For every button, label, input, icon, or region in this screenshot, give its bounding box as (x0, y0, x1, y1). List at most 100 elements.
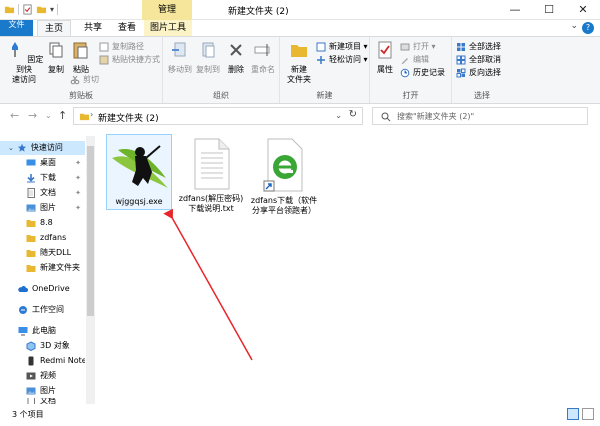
open-group-label: 打开 (402, 91, 419, 100)
nav-scrollbar-thumb[interactable] (87, 146, 94, 316)
nav-pictures[interactable]: 图片 ✦ (0, 201, 85, 215)
tab-view[interactable]: 查看 (113, 20, 141, 36)
new-group: 新建 文件夹 新建项目 ▾ 轻松访问 ▾ 新建 (280, 37, 370, 103)
nav-folder-suitiandll[interactable]: 随天DLL (0, 246, 85, 260)
nav-desktop[interactable]: 桌面 ✦ (0, 156, 85, 170)
properties-button[interactable]: 属性 (373, 40, 397, 75)
copy-button[interactable]: 复制 (44, 40, 68, 75)
copy-to-button[interactable]: 复制到 (195, 40, 221, 75)
nav-label: 视频 (40, 371, 56, 380)
tab-picture-tools[interactable]: 图片工具 (144, 20, 192, 36)
nav-scrollbar[interactable] (86, 136, 95, 404)
nav-onedrive[interactable]: OneDrive (0, 282, 85, 296)
open-icon (400, 43, 410, 51)
nav-label: 文档 (40, 188, 56, 197)
paste-button[interactable]: 粘贴 (69, 40, 93, 75)
nav-label: 3D 对象 (40, 341, 70, 350)
paste-shortcut-button[interactable]: 粘贴快捷方式 (99, 54, 160, 66)
nav-workspace[interactable]: 工作空间 (0, 303, 85, 317)
nav-folder-8-8[interactable]: 8.8 (0, 216, 85, 230)
nav-3d-objects[interactable]: 3D 对象 (0, 339, 85, 353)
address-bar[interactable]: › 新建文件夹 (2) ⌄ ↻ (73, 107, 363, 125)
breadcrumb-chevron-icon[interactable]: › (90, 110, 93, 119)
desktop-icon (26, 159, 36, 166)
edit-button[interactable]: 编辑 (400, 54, 429, 66)
nav-folder-zdfans[interactable]: zdfans (0, 231, 85, 245)
paste-shortcut-label: 粘贴快捷方式 (112, 55, 160, 64)
large-icons-view-icon[interactable] (582, 408, 594, 420)
pin-quick-access-button[interactable]: 固定到快 速访问 (4, 40, 44, 85)
properties-icon[interactable] (22, 4, 33, 15)
paste-label: 粘贴 (73, 65, 89, 74)
select-group-label: 选择 (474, 91, 490, 100)
address-dropdown-icon[interactable]: ⌄ (335, 111, 342, 120)
folder-icon (26, 235, 36, 242)
ie-shortcut-icon (263, 138, 303, 192)
easy-access-icon (317, 56, 325, 64)
minimize-button[interactable]: — (498, 0, 532, 20)
customize-toolbar-icon[interactable]: ▾ (50, 5, 54, 14)
file-item-txt[interactable]: zdfans(解压密码)下载说明.txt (178, 134, 244, 220)
copy-icon (49, 42, 63, 58)
folder-icon (79, 113, 90, 121)
details-view-icon[interactable] (567, 408, 579, 420)
select-none-button[interactable]: 全部取消 (456, 54, 501, 66)
rename-icon (254, 44, 270, 56)
scissors-icon (70, 75, 80, 85)
back-arrow-icon[interactable]: ← (10, 109, 19, 122)
file-name: wjggqsj.exe (115, 197, 163, 206)
nav-redmi-note[interactable]: Redmi Note (0, 354, 85, 368)
nav-this-pc[interactable]: 此电脑 (0, 324, 85, 338)
file-item-exe[interactable]: wjggqsj.exe (106, 134, 172, 210)
open-label: 打开 ▾ (413, 42, 436, 51)
separator (18, 4, 19, 15)
nav-pictures-pc[interactable]: 图片 (0, 384, 85, 398)
quick-access-toolbar: ▾ (4, 4, 59, 15)
up-arrow-icon[interactable]: ↑ (58, 109, 67, 122)
folder-icon (4, 6, 15, 14)
rename-button[interactable]: 重命名 (250, 40, 276, 75)
search-box[interactable]: 搜索"新建文件夹 (2)" (372, 107, 588, 125)
forward-arrow-icon[interactable]: → (28, 109, 37, 122)
copy-path-label: 复制路径 (112, 42, 144, 51)
invert-selection-button[interactable]: 反向选择 (456, 67, 501, 79)
move-to-icon (172, 42, 186, 57)
select-none-icon (456, 55, 466, 65)
help-button[interactable]: ? (582, 22, 594, 34)
pin-icon (11, 42, 18, 57)
move-to-button[interactable]: 移动到 (167, 40, 193, 75)
easy-access-button[interactable]: 轻松访问 ▾ (316, 54, 368, 66)
delete-x-icon (230, 44, 242, 56)
download-icon (27, 174, 35, 183)
recent-locations-icon[interactable]: ⌄ (45, 111, 52, 120)
open-button[interactable]: 打开 ▾ (400, 41, 436, 53)
delete-button[interactable]: 删除 (225, 40, 247, 75)
copy-path-button[interactable]: 复制路径 (99, 41, 144, 53)
collapse-ribbon-icon[interactable]: ⌄ (570, 21, 578, 31)
refresh-icon[interactable]: ↻ (349, 109, 357, 120)
nav-label: 8.8 (40, 218, 53, 227)
nav-label: 图片 (40, 386, 56, 395)
tab-file[interactable]: 文件 (0, 20, 33, 36)
close-button[interactable]: ✕ (566, 0, 600, 20)
new-folder-icon[interactable] (36, 4, 47, 15)
nav-documents[interactable]: 文档 ✦ (0, 186, 85, 200)
cut-label: 剪切 (83, 75, 99, 84)
new-folder-label: 新建 文件夹 (287, 65, 311, 84)
select-all-button[interactable]: 全部选择 (456, 41, 501, 53)
new-item-button[interactable]: 新建项目 ▾ (316, 41, 368, 53)
expand-chevron-icon[interactable]: ⌄ (8, 141, 14, 155)
tab-home[interactable]: 主页 (37, 20, 71, 36)
file-item-shortcut[interactable]: zdfans下载（软件分享平台领跑者） (248, 134, 320, 230)
history-button[interactable]: 历史记录 (400, 67, 445, 79)
nav-downloads[interactable]: 下载 ✦ (0, 171, 85, 185)
cut-button[interactable]: 剪切 (70, 74, 99, 86)
maximize-button[interactable]: ☐ (532, 0, 566, 20)
tab-share[interactable]: 共享 (78, 20, 108, 36)
nav-videos[interactable]: 视频 (0, 369, 85, 383)
file-name: zdfans(解压密码)下载说明.txt (178, 194, 244, 213)
nav-quick-access[interactable]: ⌄ 快速访问 (0, 141, 85, 155)
new-folder-button[interactable]: 新建 文件夹 (284, 40, 314, 85)
nav-folder-new[interactable]: 新建文件夹 (0, 261, 85, 275)
manage-context-tab[interactable]: 管理 (142, 0, 192, 20)
